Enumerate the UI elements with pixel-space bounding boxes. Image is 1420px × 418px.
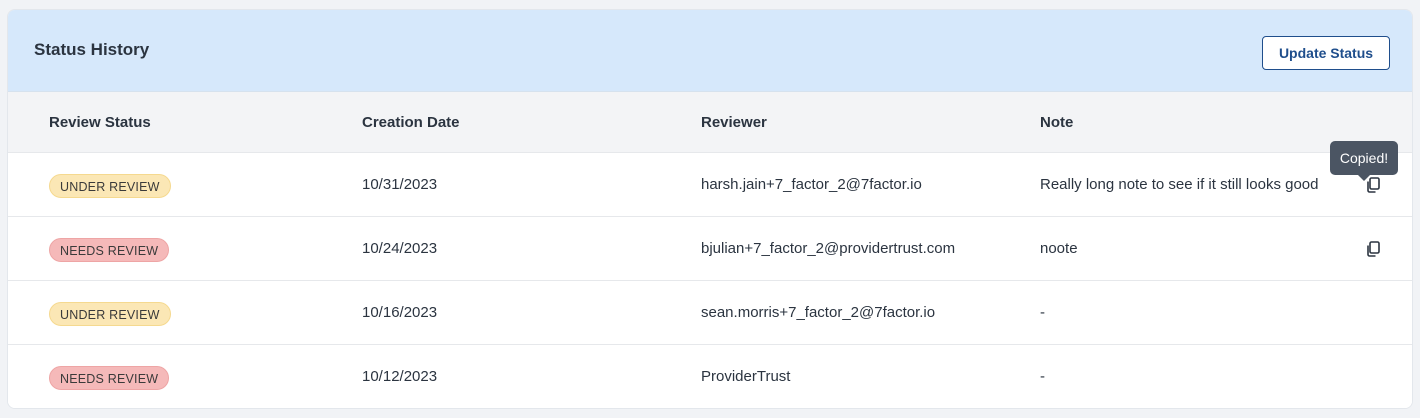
table-row: NEEDS REVIEW 10/12/2023 ProviderTrust - xyxy=(8,345,1412,408)
column-header-creation-date: Creation Date xyxy=(362,114,460,131)
creation-date: 10/31/2023 xyxy=(362,176,438,193)
table-row: UNDER REVIEW 10/31/2023 harsh.jain+7_fac… xyxy=(8,153,1412,217)
table-row: UNDER REVIEW 10/16/2023 sean.morris+7_fa… xyxy=(8,281,1412,345)
reviewer: sean.morris+7_factor_2@7factor.io xyxy=(701,304,936,321)
table-row: NEEDS REVIEW 10/24/2023 bjulian+7_factor… xyxy=(8,217,1412,281)
copied-tooltip: Copied! xyxy=(1330,141,1398,181)
status-badge: UNDER REVIEW xyxy=(49,174,171,198)
column-header-note: Note xyxy=(1040,114,1074,131)
column-header-reviewer: Reviewer xyxy=(701,114,767,131)
table-header: Review Status Creation Date Reviewer Not… xyxy=(8,92,1412,153)
creation-date: 10/12/2023 xyxy=(362,368,438,385)
creation-date: 10/16/2023 xyxy=(362,304,438,321)
note: - xyxy=(1040,368,1045,385)
note: - xyxy=(1040,304,1045,321)
note: Really long note to see if it still look… xyxy=(1040,176,1319,193)
reviewer: bjulian+7_factor_2@providertrust.com xyxy=(701,240,956,257)
status-badge: UNDER REVIEW xyxy=(49,302,171,326)
status-history-panel: Status History Update Status Review Stat… xyxy=(7,9,1413,409)
update-status-button[interactable]: Update Status xyxy=(1262,36,1390,70)
status-badge: NEEDS REVIEW xyxy=(49,238,170,262)
reviewer: harsh.jain+7_factor_2@7factor.io xyxy=(701,176,922,193)
panel-title: Status History xyxy=(34,40,150,59)
status-badge: NEEDS REVIEW xyxy=(49,366,170,390)
note: noote xyxy=(1040,240,1078,257)
panel-header: Status History Update Status xyxy=(8,10,1412,92)
creation-date: 10/24/2023 xyxy=(362,240,438,257)
copy-icon[interactable] xyxy=(1364,240,1382,258)
table-body: UNDER REVIEW 10/31/2023 harsh.jain+7_fac… xyxy=(8,153,1412,408)
column-header-review-status: Review Status xyxy=(49,114,151,131)
reviewer: ProviderTrust xyxy=(701,368,791,385)
